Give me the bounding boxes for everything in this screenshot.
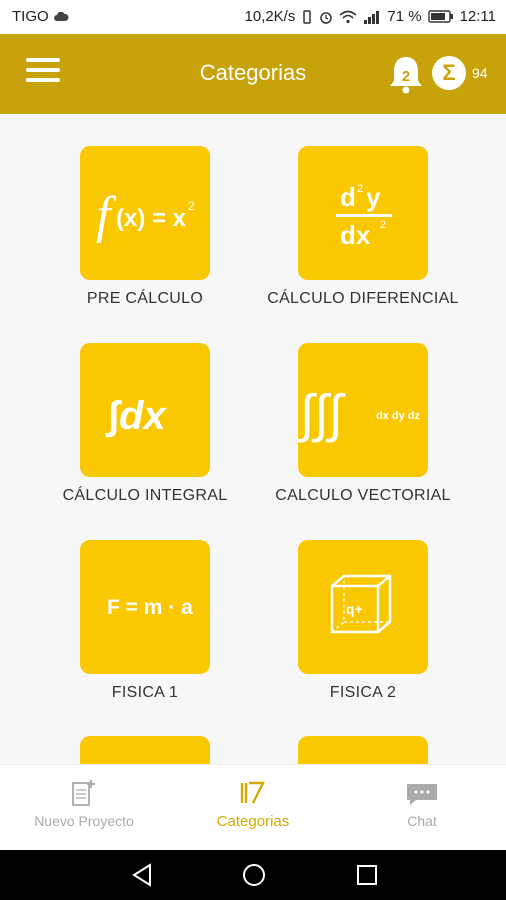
category-tile: ∫∫∫ dx dy dz: [298, 343, 428, 477]
points-count: 94: [472, 65, 488, 81]
category-tile: [80, 736, 210, 764]
category-tile: F = m · a: [80, 540, 210, 674]
category-label: FISICA 2: [329, 684, 397, 701]
tile-text: F = m · a: [107, 596, 193, 619]
category-tile: d 2 y dx 2: [298, 146, 428, 280]
home-icon[interactable]: [241, 862, 267, 888]
integral-dx-icon: ∫dx: [105, 394, 167, 438]
tile-text: q+: [346, 601, 363, 617]
nav-label: Chat: [407, 813, 437, 829]
category-card-fisica-2[interactable]: q+ FISICA 2: [263, 540, 463, 702]
tile-text: dx: [340, 220, 371, 250]
network-speed: 10,2K/s: [244, 8, 296, 25]
category-label: PRE CÁLCULO: [86, 290, 204, 307]
clock: 12:11: [459, 8, 496, 25]
category-card-partial[interactable]: [45, 736, 245, 764]
tile-text: y: [366, 182, 381, 212]
app-bar: Categorias 2 Σ 94: [0, 34, 506, 114]
tile-text: ∫∫∫: [298, 385, 345, 443]
tile-text: (x) = x: [116, 205, 187, 232]
nav-label: Nuevo Proyecto: [34, 813, 134, 829]
recents-icon[interactable]: [355, 862, 379, 888]
tile-text: 2: [188, 199, 195, 213]
function-x-squared-icon: f (x) = x 2: [96, 187, 195, 244]
category-card-fisica-1[interactable]: F = m · a FISICA 1: [45, 540, 245, 702]
tile-text: 2: [380, 219, 386, 231]
back-icon[interactable]: [130, 862, 154, 888]
signal-icon: [364, 10, 380, 24]
alarm-icon: [320, 11, 333, 24]
vibrate-icon: [303, 9, 312, 24]
system-navigation-bar: [0, 850, 506, 900]
nav-categorias[interactable]: Categorias: [169, 765, 337, 851]
nav-chat[interactable]: Chat: [338, 765, 506, 851]
category-card-calculo-diferencial[interactable]: d 2 y dx 2 CÁLCULO DIFERENCIAL: [263, 146, 463, 308]
category-label: CÁLCULO DIFERENCIAL: [267, 290, 459, 307]
second-derivative-icon: d 2 y dx 2: [336, 182, 392, 250]
category-card-calculo-integral[interactable]: ∫dx CÁLCULO INTEGRAL: [45, 343, 245, 505]
category-card-partial[interactable]: [263, 736, 463, 764]
category-label: CÁLCULO INTEGRAL: [62, 487, 228, 504]
triple-integral-icon: ∫∫∫ dx dy dz: [298, 385, 421, 443]
tile-text: f: [96, 187, 117, 244]
tile-text: dx dy dz: [376, 410, 421, 422]
battery-icon: [427, 10, 453, 23]
category-tile: [298, 736, 428, 764]
new-document-icon: [72, 780, 95, 806]
tile-text: d: [340, 182, 356, 212]
sigma-points-button[interactable]: Σ: [432, 56, 466, 90]
category-tile: f (x) = x 2: [80, 146, 210, 280]
categories-icon: [240, 781, 265, 804]
chat-icon: [407, 784, 437, 805]
notification-count: 2: [401, 68, 411, 85]
page-title: Categorias: [199, 60, 307, 85]
nav-nuevo-proyecto[interactable]: Nuevo Proyecto: [0, 765, 168, 851]
bottom-navigation: Nuevo Proyecto Categorias Chat: [0, 764, 506, 850]
category-grid: f (x) = x 2 PRE CÁLCULO d 2 y dx 2 CÁLCU…: [0, 114, 506, 764]
category-card-calculo-vectorial[interactable]: ∫∫∫ dx dy dz CALCULO VECTORIAL: [263, 343, 463, 505]
nav-label: Categorias: [216, 813, 290, 830]
tile-text: 2: [357, 183, 363, 195]
notifications-button[interactable]: 2: [388, 54, 424, 94]
category-tile: ∫dx: [80, 343, 210, 477]
carrier-label: TIGO: [12, 8, 49, 25]
category-label: CALCULO VECTORIAL: [275, 487, 451, 504]
category-tile: q+: [298, 540, 428, 674]
wifi-icon: [339, 10, 357, 23]
category-label: FISICA 1: [111, 684, 179, 701]
status-bar: TIGO 10,2K/s 71 % 12:11: [0, 0, 506, 34]
cloud-icon: [53, 11, 69, 21]
category-card-pre-calculo[interactable]: f (x) = x 2 PRE CÁLCULO: [45, 146, 245, 308]
battery-percent: 71 %: [387, 8, 422, 25]
charge-cube-icon: q+: [330, 574, 392, 634]
force-mass-acceleration-icon: F = m · a: [107, 596, 193, 619]
tile-text: ∫dx: [105, 394, 167, 438]
